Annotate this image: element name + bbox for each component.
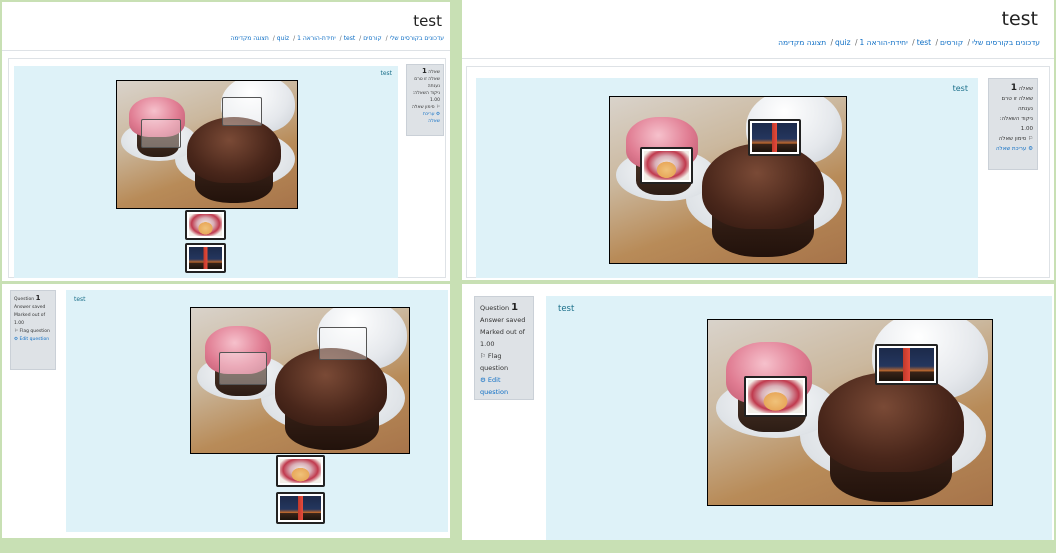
draggable-lighthouse-item[interactable] [276, 492, 325, 524]
background-image [190, 307, 410, 454]
marked-value: 1.00 [429, 98, 440, 103]
breadcrumb-item: תצוגה מקדימה [778, 38, 827, 47]
question-text-area: test [14, 66, 398, 278]
breadcrumb-item[interactable]: quiz [835, 38, 851, 47]
divider [2, 50, 450, 51]
drop-zone[interactable] [222, 97, 262, 126]
question-text-area: test [476, 78, 978, 278]
marked-value: 1.00 [14, 321, 25, 326]
cupcake-thumbnail [280, 459, 321, 483]
cupcake-thumbnail [644, 151, 689, 180]
flag-question-link[interactable]: ⚐ סימון שאלה [993, 134, 1033, 144]
page-title: test [413, 12, 442, 30]
question-number: 1 [511, 302, 519, 313]
divider [462, 58, 1054, 59]
breadcrumb-item[interactable]: עדכונים בקורסים שלי [972, 38, 1040, 47]
lighthouse-thumbnail [879, 348, 934, 381]
question-text: test [952, 84, 968, 93]
page-title: test [1001, 8, 1039, 30]
lighthouse-thumbnail [752, 123, 797, 152]
flag-icon: ⚐ [1028, 136, 1033, 142]
question-label: שאלה [428, 70, 440, 75]
lighthouse-thumbnail [189, 247, 222, 269]
breadcrumb-item[interactable]: קורסים [363, 35, 382, 42]
placed-lighthouse-item[interactable] [748, 119, 801, 156]
breadcrumb-item[interactable]: quiz [277, 35, 289, 42]
question-label: שאלה [1018, 86, 1033, 92]
ltr-preview-answered-panel: Question 1 Answer saved Marked out of 1.… [462, 284, 1054, 540]
marked-label: ניקוד השאלה: [412, 91, 440, 96]
gear-icon: ⚙ [14, 337, 19, 342]
edit-question-link[interactable]: ⚙ Edit question [480, 374, 528, 398]
flag-icon: ⚐ [435, 105, 440, 110]
gear-icon: ⚙ [1028, 146, 1033, 152]
question-status: Answer saved [480, 316, 526, 324]
background-image [609, 96, 847, 264]
question-status: שאלה זו טרם נענתה [414, 77, 440, 89]
draggable-cupcake-item[interactable] [276, 455, 325, 487]
question-text-area: test [546, 296, 1052, 540]
question-label: Question [480, 304, 510, 312]
question-number: 1 [1010, 83, 1017, 93]
placed-cupcake-item[interactable] [640, 147, 693, 184]
marked-label: ניקוד השאלה: [999, 116, 1033, 122]
gear-icon: ⚙ [435, 112, 440, 117]
background-image [116, 80, 298, 209]
breadcrumb: עדכונים בקורסים שלי/ קורסים/ test/ יחידת… [230, 35, 444, 42]
marked-label: Marked out of [480, 328, 525, 336]
question-text: test [380, 70, 392, 77]
background-image [707, 319, 993, 506]
ltr-preview-unanswered-panel: Question 1 Answer saved Marked out of 1.… [2, 284, 450, 538]
flag-icon: ⚐ [14, 329, 19, 334]
breadcrumb-item[interactable]: יחידת-הוראה 1 [297, 35, 336, 42]
edit-question-link[interactable]: ⚙ עריכת שאלה [993, 144, 1033, 154]
gear-icon: ⚙ [480, 376, 486, 384]
lighthouse-thumbnail [280, 496, 321, 520]
flag-question-link[interactable]: ⚐ Flag question [480, 350, 528, 374]
drop-zone[interactable] [319, 327, 367, 360]
flag-icon: ⚐ [480, 352, 486, 360]
marked-label: Marked out of [14, 313, 46, 318]
draggable-cupcake-item[interactable] [185, 210, 226, 240]
breadcrumb-item[interactable]: יחידת-הוראה 1 [860, 38, 908, 47]
marked-value: 1.00 [1020, 126, 1033, 132]
question-number: 1 [35, 294, 41, 302]
question-info-box: Question 1 Answer saved Marked out of 1.… [10, 290, 56, 370]
breadcrumb-item[interactable]: test [344, 35, 356, 42]
cupcake-thumbnail [748, 380, 803, 413]
placed-cupcake-item[interactable] [744, 376, 807, 417]
question-info-box: שאלה 1 שאלה זו טרם נענתה ניקוד השאלה: 1.… [988, 78, 1038, 170]
marked-value: 1.00 [480, 340, 495, 348]
question-number: 1 [421, 67, 427, 75]
breadcrumb-item[interactable]: test [917, 38, 931, 47]
cupcake-thumbnail [189, 214, 222, 236]
breadcrumb-item[interactable]: קורסים [940, 38, 963, 47]
breadcrumb: עדכונים בקורסים שלי/ קורסים/ test/ יחידת… [778, 38, 1040, 47]
flag-question-link[interactable]: ⚐ Flag question [14, 328, 52, 336]
drop-zone[interactable] [219, 352, 267, 385]
flag-question-link[interactable]: ⚐ סימון שאלה [410, 104, 440, 111]
drop-zone[interactable] [141, 119, 181, 148]
question-status: שאלה זו טרם נענתה [1001, 96, 1033, 112]
question-text-area: test [66, 290, 448, 532]
breadcrumb-item[interactable]: עדכונים בקורסים שלי [390, 35, 444, 42]
question-label: Question [14, 297, 35, 302]
question-text: test [558, 304, 575, 314]
placed-lighthouse-item[interactable] [875, 344, 938, 385]
edit-question-link[interactable]: ⚙ Edit question [14, 336, 52, 344]
question-info-box: שאלה 1 שאלה זו טרם נענתה ניקוד השאלה: 1.… [406, 64, 444, 136]
rtl-preview-unanswered-panel: test עדכונים בקורסים שלי/ קורסים/ test/ … [2, 2, 450, 281]
breadcrumb-item: תצוגה מקדימה [230, 35, 269, 42]
question-status: Answer saved [14, 305, 46, 310]
question-text: test [74, 296, 86, 303]
question-info-box: Question 1 Answer saved Marked out of 1.… [474, 296, 534, 400]
rtl-preview-answered-panel: test עדכונים בקורסים שלי/ קורסים/ test/ … [462, 0, 1054, 280]
draggable-lighthouse-item[interactable] [185, 243, 226, 273]
edit-question-link[interactable]: ⚙ עריכת שאלה [410, 111, 440, 125]
